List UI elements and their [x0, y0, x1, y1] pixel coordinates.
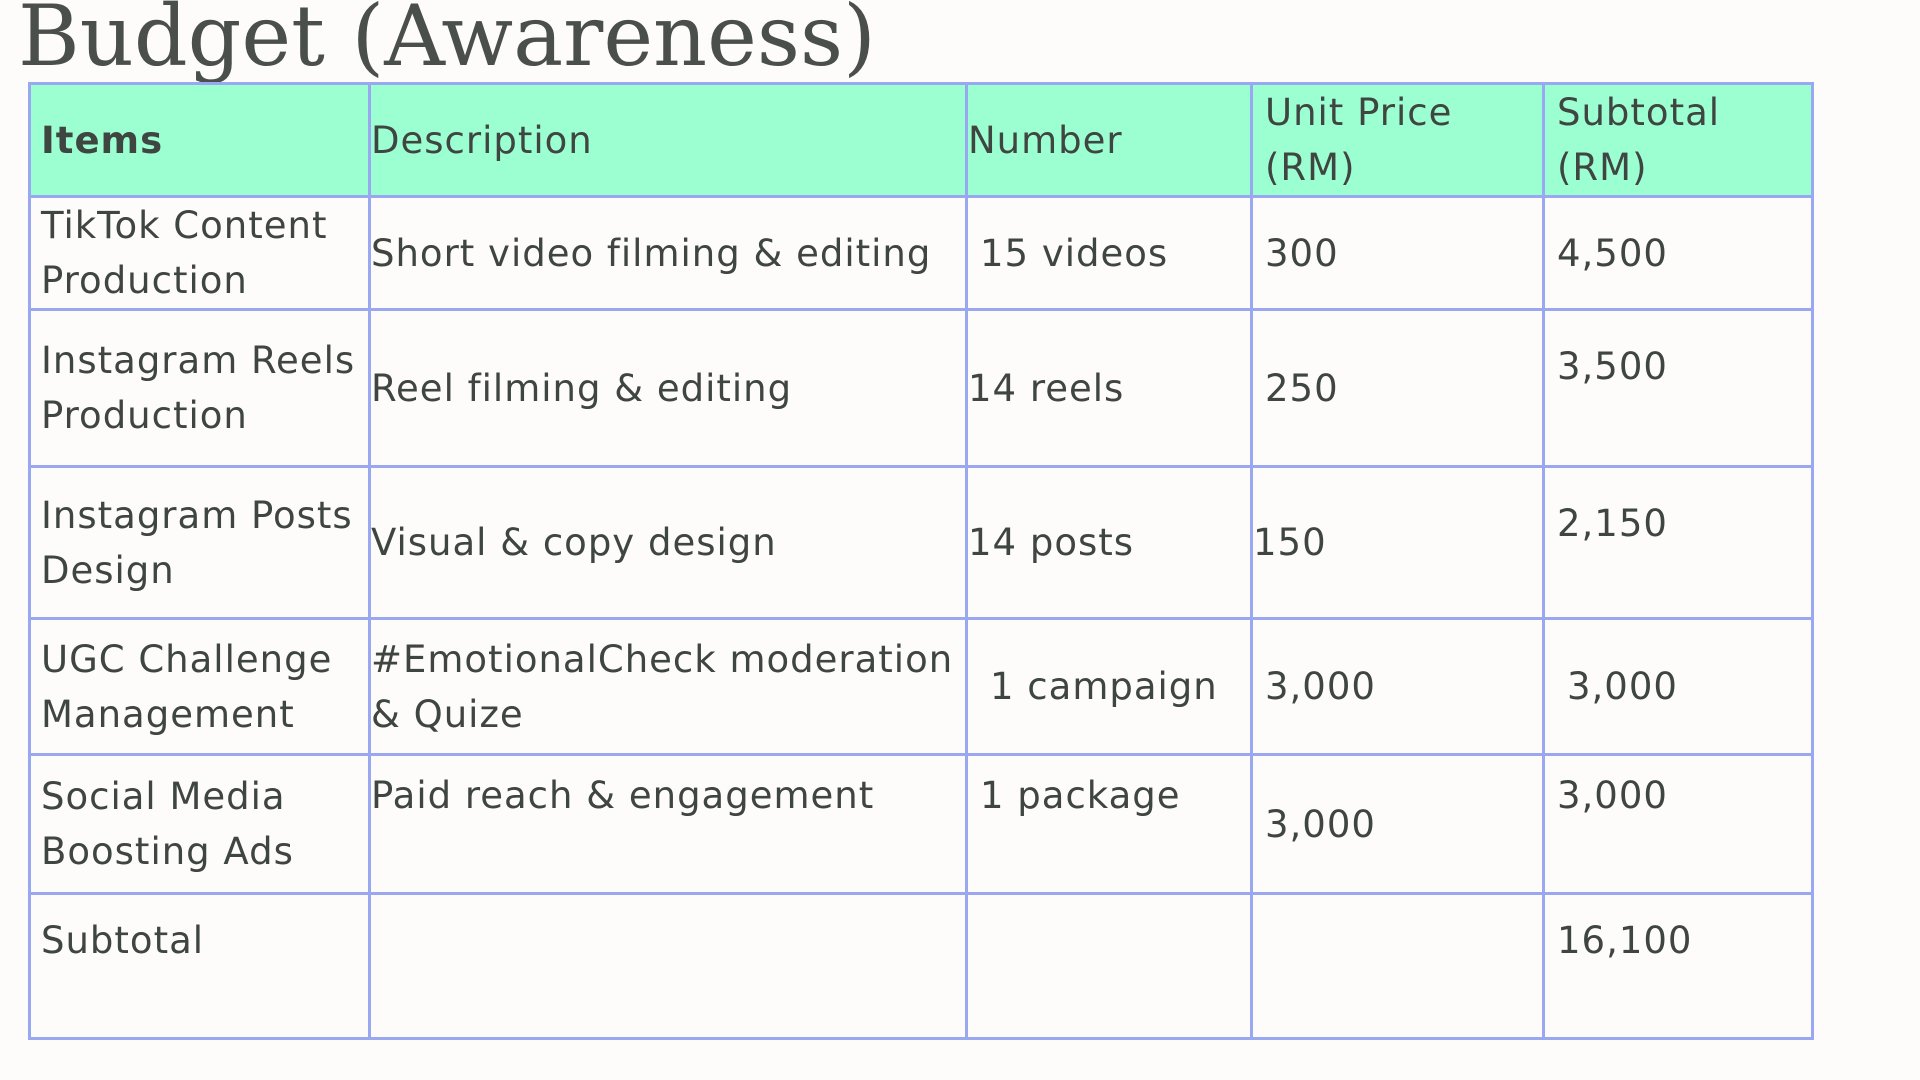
cell-description: Reel filming & editing: [368, 308, 968, 468]
slide: Budget (Awareness) Items Description Num…: [0, 0, 1920, 1080]
cell-subtotal: 3,000: [1542, 753, 1814, 895]
cell-number: 1 package: [965, 753, 1253, 895]
table-header-row: Items Description Number Unit Price (RM)…: [28, 82, 1814, 198]
cell-item: UGC Challenge Management: [28, 617, 371, 756]
cell-unit-price: 250: [1250, 308, 1545, 468]
cell-number: 1 campaign: [965, 617, 1253, 756]
cell-subtotal: 3,000: [1542, 617, 1814, 756]
cell-description: Paid reach & engagement: [368, 753, 968, 895]
cell-description: Short video filming & editing: [368, 195, 968, 311]
cell-total-label: Subtotal: [28, 892, 371, 1040]
cell-total-subtotal: 16,100: [1542, 892, 1814, 1040]
table-row: Instagram Posts Design Visual & copy des…: [28, 465, 1814, 620]
header-items: Items: [28, 82, 371, 198]
cell-item: TikTok Content Production: [28, 195, 371, 311]
cell-number: 14 reels: [965, 308, 1253, 468]
cell-subtotal: 4,500: [1542, 195, 1814, 311]
table-row: Social Media Boosting Ads Paid reach & e…: [28, 753, 1814, 895]
cell-subtotal: 2,150: [1542, 465, 1814, 620]
cell-total-description: [368, 892, 968, 1040]
header-number: Number: [965, 82, 1253, 198]
cell-description: #EmotionalCheck moderation & Quize: [368, 617, 968, 756]
page-title: Budget (Awareness): [18, 0, 876, 85]
cell-unit-price: 3,000: [1250, 617, 1545, 756]
table-row: UGC Challenge Management #EmotionalCheck…: [28, 617, 1814, 756]
header-description: Description: [368, 82, 968, 198]
header-subtotal: Subtotal (RM): [1542, 82, 1814, 198]
header-unit-price: Unit Price (RM): [1250, 82, 1545, 198]
cell-total-number: [965, 892, 1253, 1040]
cell-item: Instagram Reels Production: [28, 308, 371, 468]
cell-item: Instagram Posts Design: [28, 465, 371, 620]
cell-description: Visual & copy design: [368, 465, 968, 620]
budget-table: Items Description Number Unit Price (RM)…: [28, 82, 1814, 1040]
table-row: Instagram Reels Production Reel filming …: [28, 308, 1814, 468]
cell-number: 14 posts: [965, 465, 1253, 620]
cell-unit-price: 150: [1250, 465, 1545, 620]
cell-item: Social Media Boosting Ads: [28, 753, 371, 895]
cell-unit-price: 3,000: [1250, 753, 1545, 895]
table-row: TikTok Content Production Short video fi…: [28, 195, 1814, 311]
cell-number: 15 videos: [965, 195, 1253, 311]
cell-subtotal: 3,500: [1542, 308, 1814, 468]
total-row: Subtotal 16,100: [28, 892, 1814, 1040]
cell-unit-price: 300: [1250, 195, 1545, 311]
cell-total-unit-price: [1250, 892, 1545, 1040]
